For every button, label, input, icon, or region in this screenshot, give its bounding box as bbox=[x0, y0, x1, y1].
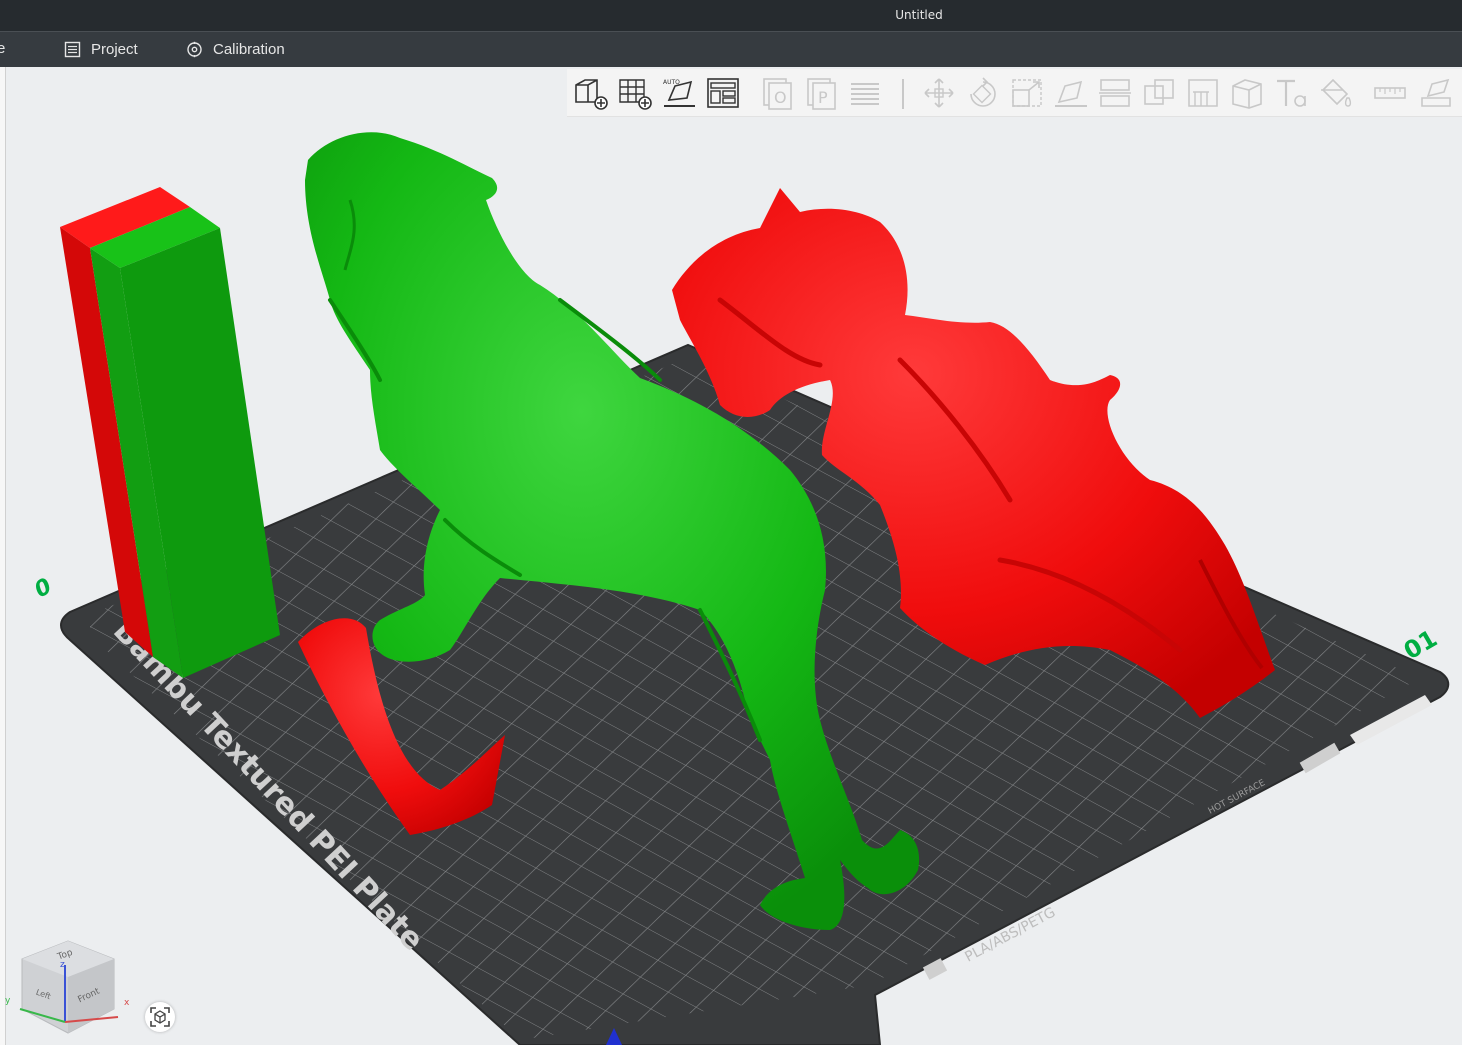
top-toolbar: AUTO O P bbox=[567, 69, 1462, 117]
navcube-y-label: y bbox=[5, 996, 11, 1006]
seam-paint-icon bbox=[1232, 79, 1262, 109]
view-navigation-cube[interactable]: Top Front Left z x y bbox=[0, 927, 140, 1045]
window-title: Untitled bbox=[895, 8, 943, 22]
lay-on-face-icon bbox=[1055, 80, 1087, 107]
color-paint-icon bbox=[1321, 78, 1352, 107]
text-button[interactable] bbox=[1272, 75, 1310, 111]
tab-calibration-label: Calibration bbox=[213, 41, 285, 58]
plate-settings-button[interactable]: P bbox=[802, 75, 840, 111]
calibration-icon bbox=[185, 41, 203, 59]
move-icon bbox=[924, 78, 954, 108]
assembly-button[interactable] bbox=[1417, 75, 1455, 111]
object-settings-button[interactable]: O bbox=[758, 75, 796, 111]
move-button[interactable] bbox=[920, 75, 958, 111]
lay-on-face-button[interactable] bbox=[1052, 75, 1090, 111]
rotate-icon bbox=[970, 77, 996, 107]
project-icon bbox=[63, 41, 81, 59]
fit-view-icon bbox=[150, 1007, 170, 1027]
scene: Bambu Textured PEI Plate PLA/ABS/PETG HO… bbox=[31, 132, 1450, 1045]
plate-settings-icon: P bbox=[807, 78, 836, 110]
plate-corner-mark: 0 bbox=[31, 574, 57, 603]
tab-project-label: Project bbox=[91, 41, 138, 58]
support-paint-icon bbox=[1188, 79, 1218, 107]
boolean-button[interactable] bbox=[1140, 75, 1178, 111]
scale-button[interactable] bbox=[1008, 75, 1046, 111]
3d-viewport[interactable]: Bambu Textured PEI Plate PLA/ABS/PETG HO… bbox=[0, 67, 1462, 1045]
object-settings-glyph: O bbox=[774, 88, 787, 107]
boolean-icon bbox=[1144, 79, 1174, 105]
color-paint-button[interactable] bbox=[1316, 75, 1354, 111]
arrange-icon bbox=[707, 78, 739, 108]
auto-orient-icon: AUTO bbox=[663, 79, 695, 107]
assembly-icon bbox=[1421, 78, 1451, 107]
menu-bar: e Project Calibration bbox=[0, 31, 1462, 67]
navcube-x-label: x bbox=[124, 998, 130, 1008]
tab-project[interactable]: Project bbox=[63, 32, 138, 67]
add-cube-icon bbox=[575, 79, 608, 110]
add-plate-button[interactable] bbox=[616, 75, 654, 111]
add-plate-icon bbox=[619, 79, 652, 110]
fit-view-button[interactable] bbox=[145, 1002, 175, 1032]
measure-icon bbox=[1374, 87, 1406, 99]
menu-edge-fragment: e bbox=[0, 40, 6, 57]
scale-icon bbox=[1012, 79, 1042, 107]
tab-calibration[interactable]: Calibration bbox=[185, 32, 285, 67]
layers-button[interactable] bbox=[846, 75, 884, 111]
text-icon bbox=[1277, 79, 1306, 107]
arrange-button[interactable] bbox=[704, 75, 742, 111]
object-settings-icon: O bbox=[763, 78, 792, 110]
add-object-button[interactable] bbox=[572, 75, 610, 111]
toolbar-separator bbox=[902, 79, 904, 109]
support-paint-button[interactable] bbox=[1184, 75, 1222, 111]
left-edge-panel bbox=[0, 67, 6, 1045]
plate-settings-glyph: P bbox=[818, 88, 828, 107]
rotate-button[interactable] bbox=[964, 75, 1002, 111]
cut-icon bbox=[1099, 79, 1131, 107]
navcube-z-label: z bbox=[60, 960, 65, 970]
measure-button[interactable] bbox=[1371, 75, 1409, 111]
auto-orient-button[interactable]: AUTO bbox=[660, 75, 698, 111]
cut-button[interactable] bbox=[1096, 75, 1134, 111]
title-bar: Untitled bbox=[0, 0, 1462, 31]
seam-paint-button[interactable] bbox=[1228, 75, 1266, 111]
layers-icon bbox=[851, 83, 879, 105]
